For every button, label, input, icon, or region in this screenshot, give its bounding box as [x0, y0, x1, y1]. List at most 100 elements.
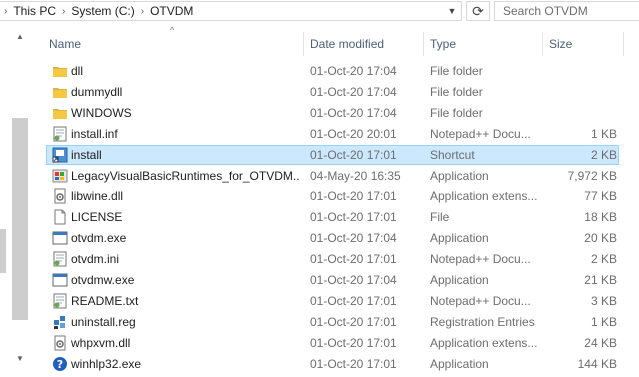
- file-name: libwine.dll: [71, 189, 124, 204]
- file-date-modified: 01-Oct-20 17:01: [310, 252, 397, 267]
- search-input[interactable]: [494, 1, 639, 21]
- file-size: 7,972 KB: [567, 168, 617, 183]
- file-row[interactable]: WINDOWS 01-Oct-20 17:04 File folder: [46, 103, 619, 123]
- file-size: 2 KB: [590, 252, 617, 267]
- scroll-up-arrow-icon[interactable]: ▲: [13, 30, 27, 44]
- file-size: [547, 104, 617, 122]
- file-date-modified: 01-Oct-20 17:04: [310, 231, 397, 246]
- folder-icon: [52, 105, 68, 121]
- file-date-modified: 04-May-20 16:35: [310, 168, 401, 183]
- file-size: 18 KB: [584, 210, 617, 225]
- notepadpp-icon: [52, 251, 68, 267]
- file-type: Application: [430, 168, 489, 183]
- file-name: LICENSE: [71, 210, 123, 225]
- file-row[interactable]: libwine.dll 01-Oct-20 17:01 Application ex…: [46, 186, 619, 206]
- exe-icon: [52, 230, 68, 246]
- file-row[interactable]: README.txt 01-Oct-20 17:01 Notepad++ Docu.…: [46, 291, 619, 311]
- breadcrumb-separator-icon[interactable]: ›: [58, 6, 69, 17]
- file-name: install.inf: [71, 126, 118, 141]
- breadcrumb-separator-icon[interactable]: ›: [137, 6, 148, 17]
- file-date-modified: 01-Oct-20 17:04: [310, 273, 397, 287]
- file-date-modified: 01-Oct-20 17:04: [310, 64, 397, 78]
- file-size: 3 KB: [590, 293, 617, 308]
- dll-icon: [52, 335, 68, 351]
- file-row[interactable]: otvdm.exe 01-Oct-20 17:04 Application 20 KB: [46, 228, 619, 248]
- file-size: 20 KB: [584, 231, 617, 246]
- refresh-button[interactable]: ⟳: [466, 1, 490, 21]
- file-row[interactable]: otvdmw.exe 01-Oct-20 17:04 Application 21 K…: [46, 270, 619, 290]
- file-row[interactable]: install 01-Oct-20 17:01 Shortcut 2 KB: [46, 144, 619, 165]
- notepadpp-icon: [52, 126, 68, 142]
- file-type: File: [430, 210, 450, 225]
- refresh-icon: ⟳: [472, 2, 484, 19]
- chevron-down-icon[interactable]: ▼: [443, 2, 461, 20]
- file-row[interactable]: LICENSE 01-Oct-20 17:01 File 18 KB: [46, 207, 619, 227]
- file-name: uninstall.reg: [71, 314, 136, 329]
- file-date-modified: 01-Oct-20 17:04: [310, 84, 397, 99]
- column-header-size[interactable]: Size: [542, 32, 624, 56]
- file-date-modified: 01-Oct-20 17:01: [310, 293, 397, 308]
- file-row[interactable]: whpxvm.dll 01-Oct-20 17:01 Application ext…: [46, 333, 619, 353]
- svg-text:?: ?: [57, 358, 63, 371]
- file-type: Application extens...: [430, 335, 538, 350]
- installer-icon: [52, 168, 68, 184]
- file-size: 24 KB: [584, 335, 617, 350]
- nav-scrollbar-thumb[interactable]: [12, 118, 28, 320]
- address-bar[interactable]: › This PC › System (C:) › OTVDM ▼: [0, 1, 462, 21]
- column-header-date-modified[interactable]: Date modified: [303, 32, 423, 56]
- shortcut-icon: [52, 147, 68, 163]
- file-date-modified: 01-Oct-20 17:01: [310, 147, 397, 162]
- dll-icon: [52, 188, 68, 204]
- file-name: whpxvm.dll: [71, 335, 131, 350]
- file-name: otvdmw.exe: [71, 273, 135, 287]
- file-type: Application extens...: [430, 189, 538, 204]
- file-row[interactable]: dll 01-Oct-20 17:04 File folder: [46, 61, 619, 81]
- file-type: Application: [430, 231, 489, 246]
- file-type: File folder: [430, 84, 483, 99]
- breadcrumb-otvdm[interactable]: OTVDM: [148, 4, 195, 18]
- breadcrumb-this-pc[interactable]: This PC: [11, 4, 58, 18]
- file-type: Application: [430, 356, 489, 371]
- file-size: 144 KB: [577, 356, 617, 371]
- folder-icon: [52, 84, 68, 100]
- column-header-name[interactable]: Name: [43, 32, 303, 56]
- file-name: dll: [71, 64, 84, 78]
- file-size: 1 KB: [590, 314, 617, 329]
- file-size: 1 KB: [590, 126, 617, 141]
- breadcrumb-root-chevron-icon[interactable]: ›: [0, 6, 11, 17]
- file-size: 2 KB: [590, 147, 617, 162]
- file-type: Notepad++ Docu...: [430, 293, 531, 308]
- file-date-modified: 01-Oct-20 17:01: [310, 210, 397, 225]
- scroll-down-arrow-icon[interactable]: ▼: [13, 352, 27, 366]
- navigation-pane: ▲ ▼: [0, 22, 30, 377]
- help-icon: ?: [52, 356, 68, 372]
- file-type: Shortcut: [430, 147, 475, 162]
- file-name: LegacyVisualBasicRuntimes_for_OTVDM....: [71, 168, 299, 183]
- file-row[interactable]: LegacyVisualBasicRuntimes_for_OTVDM.... 0…: [46, 166, 619, 186]
- breadcrumb-system-c[interactable]: System (C:): [69, 4, 136, 18]
- file-icon: [52, 209, 68, 225]
- file-size: 77 KB: [584, 189, 617, 204]
- registry-icon: [52, 314, 68, 330]
- file-row[interactable]: otvdm.ini 01-Oct-20 17:01 Notepad++ Docu..…: [46, 249, 619, 269]
- file-name: README.txt: [71, 293, 139, 308]
- file-date-modified: 01-Oct-20 20:01: [310, 126, 397, 141]
- file-type: File folder: [430, 105, 483, 120]
- exe-icon: [52, 272, 68, 288]
- file-date-modified: 01-Oct-20 17:04: [310, 105, 397, 120]
- file-type: Notepad++ Docu...: [430, 252, 531, 267]
- file-name: winhlp32.exe: [71, 356, 142, 371]
- file-date-modified: 01-Oct-20 17:01: [310, 189, 397, 204]
- file-row[interactable]: ? winhlp32.exe 01-Oct-20 17:01 Application 1…: [46, 354, 619, 374]
- file-date-modified: 01-Oct-20 17:01: [310, 314, 397, 329]
- column-header-type[interactable]: Type: [423, 32, 542, 56]
- file-row[interactable]: uninstall.reg 01-Oct-20 17:01 Registration…: [46, 312, 619, 332]
- file-row[interactable]: dummydll 01-Oct-20 17:04 File folder: [46, 82, 619, 102]
- file-row[interactable]: install.inf 01-Oct-20 20:01 Notepad++ Docu…: [46, 124, 619, 144]
- nav-pane-splitter[interactable]: [0, 229, 6, 273]
- file-size: 21 KB: [584, 273, 617, 287]
- column-header-row: ^ Name Date modified Type Size: [30, 22, 639, 62]
- folder-icon: [52, 63, 68, 79]
- file-size: [547, 83, 617, 101]
- notepadpp-icon: [52, 293, 68, 309]
